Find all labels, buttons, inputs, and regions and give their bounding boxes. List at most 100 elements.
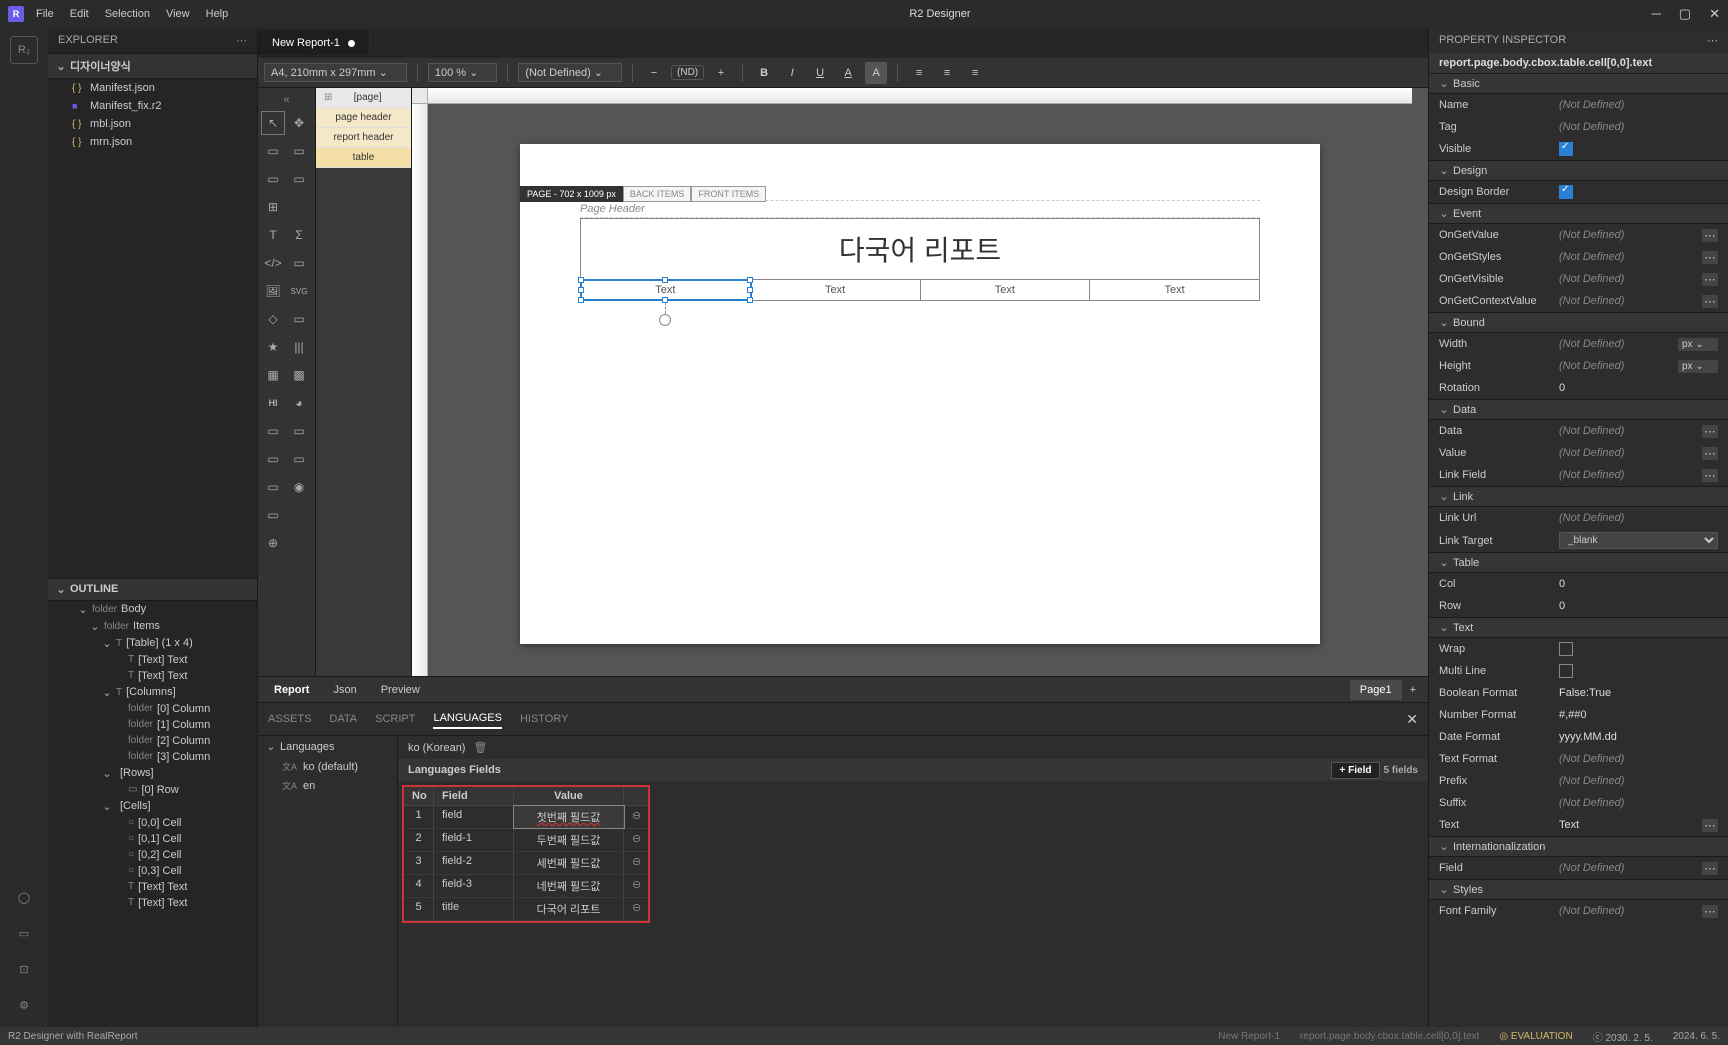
prop-more-button[interactable]: ⋯ xyxy=(1702,295,1718,308)
prop-value[interactable]: (Not Defined) xyxy=(1559,360,1678,372)
tool-icon[interactable]: ▭ xyxy=(262,504,284,526)
language-item[interactable]: 文Aen xyxy=(258,776,397,795)
prop-value[interactable]: (Not Defined) xyxy=(1559,512,1718,524)
page-tab[interactable]: Page1 xyxy=(1350,680,1402,700)
zoom-select[interactable]: 100 % ⌄ xyxy=(428,63,497,82)
prop-value[interactable]: yyyy.MM.dd xyxy=(1559,731,1718,743)
row-menu-icon[interactable]: ⊖ xyxy=(624,898,648,920)
chart-tool-icon[interactable]: ◕ xyxy=(288,392,310,414)
table-cell[interactable]: Text xyxy=(751,280,921,300)
add-field-button[interactable]: + Field xyxy=(1331,762,1381,779)
italic-button[interactable]: I xyxy=(781,62,803,84)
row-menu-icon[interactable]: ⊖ xyxy=(624,806,648,828)
underline-button[interactable]: U xyxy=(809,62,831,84)
prop-value[interactable]: (Not Defined) xyxy=(1559,753,1718,765)
field-name-cell[interactable]: field-3 xyxy=(434,875,514,897)
outline-item[interactable]: folder[0] Column xyxy=(48,701,257,717)
rotate-handle[interactable] xyxy=(659,314,671,326)
report-title[interactable]: 다국어 리포트 xyxy=(580,218,1260,279)
activity-explorer-icon[interactable]: R₂ xyxy=(10,36,38,64)
prop-more-button[interactable]: ⋯ xyxy=(1702,469,1718,482)
menu-help[interactable]: Help xyxy=(206,8,229,20)
prop-value[interactable]: False:True xyxy=(1559,687,1718,699)
field-value-cell[interactable]: 네번째 필드값 xyxy=(514,875,624,897)
tool-icon[interactable]: ▭ xyxy=(262,420,284,442)
code-tool-icon[interactable]: </> xyxy=(262,252,284,274)
page-size-select[interactable]: A4, 210mm x 297mm ⌄ xyxy=(264,63,407,82)
panel-tab-assets[interactable]: ASSETS xyxy=(268,710,311,728)
inspector-section-header[interactable]: Bound xyxy=(1429,312,1728,333)
field-value-cell[interactable]: 두번째 필드값 xyxy=(514,829,624,851)
outline-item[interactable]: T[Text] Text xyxy=(48,668,257,684)
outline-item[interactable]: T[Text] Text xyxy=(48,895,257,911)
view-tab-report[interactable]: Report xyxy=(262,680,321,700)
selection-handle[interactable] xyxy=(578,277,584,283)
outline-item[interactable]: ○[0,0] Cell xyxy=(48,815,257,831)
outline-header[interactable]: OUTLINE xyxy=(48,578,257,601)
align-right-button[interactable]: ≡ xyxy=(964,62,986,84)
menu-selection[interactable]: Selection xyxy=(105,8,150,20)
prop-checkbox[interactable] xyxy=(1559,664,1573,678)
tool-icon[interactable]: ▩ xyxy=(288,364,310,386)
outline-item[interactable]: folder[3] Column xyxy=(48,749,257,765)
prop-value[interactable]: (Not Defined) xyxy=(1559,447,1698,459)
inspector-section-header[interactable]: Basic xyxy=(1429,73,1728,94)
prop-value[interactable]: (Not Defined) xyxy=(1559,229,1698,241)
add-page-button[interactable]: + xyxy=(1402,680,1424,700)
outline-item[interactable]: folder[2] Column xyxy=(48,733,257,749)
align-left-button[interactable]: ≡ xyxy=(908,62,930,84)
panel-tab-script[interactable]: SCRIPT xyxy=(375,710,415,728)
tool-icon[interactable]: ▭ xyxy=(288,168,310,190)
image-tool-icon[interactable]: 🖼 xyxy=(262,280,284,302)
front-items-tab[interactable]: FRONT ITEMS xyxy=(691,186,766,202)
prop-value[interactable]: (Not Defined) xyxy=(1559,775,1718,787)
row-menu-icon[interactable]: ⊖ xyxy=(624,829,648,851)
tool-icon[interactable]: ▭ xyxy=(288,252,310,274)
menu-edit[interactable]: Edit xyxy=(70,8,89,20)
prop-value[interactable]: (Not Defined) xyxy=(1559,295,1698,307)
prop-value[interactable]: Text xyxy=(1559,819,1698,831)
prop-value[interactable]: (Not Defined) xyxy=(1559,797,1718,809)
font-color-button[interactable]: A xyxy=(837,62,859,84)
prop-value[interactable]: (Not Defined) xyxy=(1559,469,1698,481)
report-page[interactable]: PAGE - 702 x 1009 px BACK ITEMS FRONT IT… xyxy=(520,144,1320,644)
svg-tool-icon[interactable]: SVG xyxy=(288,280,310,302)
tool-icon[interactable]: ▭ xyxy=(288,420,310,442)
outline-item[interactable]: ○[0,2] Cell xyxy=(48,847,257,863)
barcode-tool-icon[interactable]: ||| xyxy=(288,336,310,358)
move-tool-icon[interactable]: ✥ xyxy=(288,112,310,134)
tool-icon[interactable]: ▭ xyxy=(262,168,284,190)
prop-checkbox[interactable] xyxy=(1559,185,1573,199)
row-menu-icon[interactable]: ⊖ xyxy=(624,852,648,874)
panel-tab-languages[interactable]: LANGUAGES xyxy=(433,709,501,729)
select-tool-icon[interactable]: ↖ xyxy=(262,112,284,134)
text-tool-icon[interactable]: T xyxy=(262,224,284,246)
hi-tool-icon[interactable]: HI xyxy=(262,392,284,414)
field-value-cell[interactable]: 세번째 필드값 xyxy=(514,852,624,874)
inspector-more-icon[interactable]: ⋯ xyxy=(1707,34,1718,47)
bold-button[interactable]: B xyxy=(753,62,775,84)
bg-color-button[interactable]: A xyxy=(865,62,887,84)
prop-value[interactable]: (Not Defined) xyxy=(1559,251,1698,263)
settings-icon[interactable]: ⚙ xyxy=(10,991,38,1019)
tool-icon[interactable]: ▭ xyxy=(262,448,284,470)
outline-item[interactable]: folderBody xyxy=(48,601,257,618)
tool-icon[interactable]: Σ xyxy=(288,224,310,246)
field-name-cell[interactable]: field-2 xyxy=(434,852,514,874)
languages-tree-header[interactable]: Languages xyxy=(258,736,397,757)
prop-checkbox[interactable] xyxy=(1559,142,1573,156)
page-outline-item[interactable]: report header xyxy=(316,128,411,148)
minus-button[interactable]: − xyxy=(643,62,665,84)
prop-more-button[interactable]: ⋯ xyxy=(1702,273,1718,286)
panel-close-icon[interactable]: ✕ xyxy=(1406,711,1418,728)
prop-select[interactable]: _blank xyxy=(1559,532,1718,549)
prop-value[interactable]: #,##0 xyxy=(1559,709,1718,721)
prop-value[interactable]: (Not Defined) xyxy=(1559,273,1698,285)
selection-handle[interactable] xyxy=(578,287,584,293)
shape-tool-icon[interactable]: ◇ xyxy=(262,308,284,330)
tool-icon[interactable]: ▭ xyxy=(288,140,310,162)
field-name-cell[interactable]: title xyxy=(434,898,514,920)
outline-item[interactable]: [Cells] xyxy=(48,798,257,815)
row-menu-icon[interactable]: ⊖ xyxy=(624,875,648,897)
inspector-section-header[interactable]: Data xyxy=(1429,399,1728,420)
